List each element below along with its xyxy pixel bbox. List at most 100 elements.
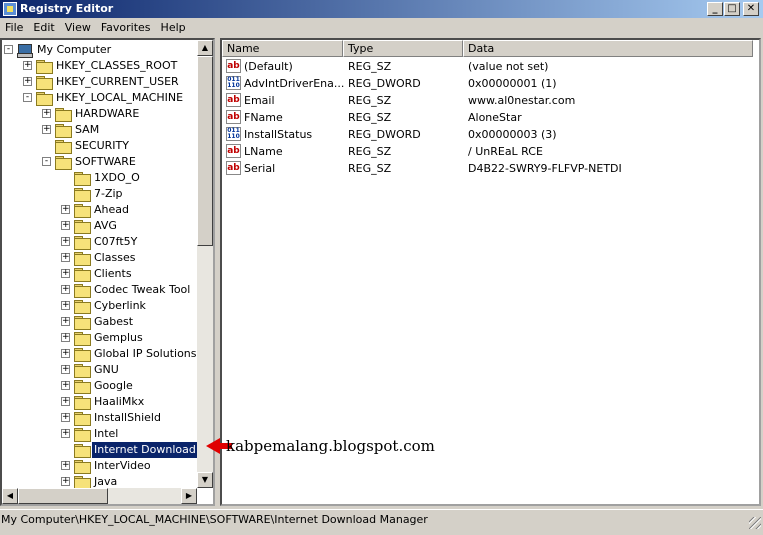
tree-item[interactable]: + AVG bbox=[2, 218, 197, 234]
tree-item[interactable]: + SAM bbox=[2, 122, 197, 138]
column-header-data[interactable]: Data bbox=[463, 40, 753, 57]
expand-icon[interactable]: + bbox=[61, 429, 70, 438]
tree-item[interactable]: + HaaliMkx bbox=[2, 394, 197, 410]
expand-icon[interactable]: + bbox=[61, 221, 70, 230]
tree-item[interactable]: + Intel bbox=[2, 426, 197, 442]
tree-item[interactable]: + Google bbox=[2, 378, 197, 394]
tree-item-label[interactable]: HaaliMkx bbox=[92, 394, 146, 410]
scroll-down-arrow-icon[interactable]: ▼ bbox=[197, 472, 213, 488]
tree-item-label[interactable]: Ahead bbox=[92, 202, 131, 218]
expand-icon[interactable]: + bbox=[23, 61, 32, 70]
resize-grip-icon[interactable] bbox=[749, 517, 761, 529]
tree-item-label[interactable]: Gemplus bbox=[92, 330, 145, 346]
expand-icon[interactable]: + bbox=[61, 381, 70, 390]
tree-item-label[interactable]: HKEY_CURRENT_USER bbox=[54, 74, 181, 90]
expand-icon[interactable]: + bbox=[61, 333, 70, 342]
value-row[interactable]: LName REG_SZ / UnREaL RCE bbox=[226, 143, 756, 160]
tree-hscroll-thumb[interactable] bbox=[18, 488, 108, 504]
menu-edit[interactable]: Edit bbox=[28, 18, 59, 37]
expand-icon[interactable]: + bbox=[42, 125, 51, 134]
tree-item[interactable]: + HARDWARE bbox=[2, 106, 197, 122]
tree-item[interactable]: 7-Zip bbox=[2, 186, 197, 202]
tree-item-label[interactable]: Google bbox=[92, 378, 135, 394]
tree-item-label[interactable]: InterVideo bbox=[92, 458, 153, 474]
tree-item-label[interactable]: SECURITY bbox=[73, 138, 131, 154]
tree-item[interactable]: + C07ft5Y bbox=[2, 234, 197, 250]
tree-item-label[interactable]: Global IP Solutions bbox=[92, 346, 199, 362]
expand-icon[interactable]: + bbox=[61, 317, 70, 326]
tree-item[interactable]: + Classes bbox=[2, 250, 197, 266]
expand-icon[interactable]: + bbox=[61, 269, 70, 278]
menu-help[interactable]: Help bbox=[156, 18, 191, 37]
expand-icon[interactable]: + bbox=[61, 397, 70, 406]
expand-icon[interactable]: + bbox=[61, 413, 70, 422]
expand-icon[interactable]: + bbox=[61, 237, 70, 246]
tree-item[interactable]: SECURITY bbox=[2, 138, 197, 154]
tree-item-label[interactable]: 7-Zip bbox=[92, 186, 125, 202]
close-button[interactable]: ✕ bbox=[743, 2, 759, 16]
scroll-right-arrow-icon[interactable]: ▶ bbox=[181, 488, 197, 504]
maximize-button[interactable]: □ bbox=[724, 2, 740, 16]
collapse-icon[interactable]: - bbox=[23, 93, 32, 102]
menu-view[interactable]: View bbox=[60, 18, 96, 37]
tree-item[interactable]: + InstallShield bbox=[2, 410, 197, 426]
value-row[interactable]: Email REG_SZ www.al0nestar.com bbox=[226, 92, 756, 109]
value-row[interactable]: AdvIntDriverEna...REG_DWORD 0x00000001 (1… bbox=[226, 75, 756, 92]
tree-item[interactable]: - SOFTWARE bbox=[2, 154, 197, 170]
tree-scroll-thumb[interactable] bbox=[197, 56, 213, 246]
tree-item[interactable]: - My Computer bbox=[2, 42, 197, 58]
tree-item[interactable]: + Clients bbox=[2, 266, 197, 282]
tree-item-label[interactable]: SOFTWARE bbox=[73, 154, 138, 170]
value-row[interactable]: InstallStatus REG_DWORD 0x00000003 (3) bbox=[226, 126, 756, 143]
tree-item[interactable]: 1XDO_O bbox=[2, 170, 197, 186]
title-bar[interactable]: Registry Editor bbox=[0, 0, 763, 18]
column-header-type[interactable]: Type bbox=[343, 40, 463, 57]
expand-icon[interactable]: + bbox=[61, 349, 70, 358]
tree-item-label[interactable]: HKEY_LOCAL_MACHINE bbox=[54, 90, 185, 106]
tree-item[interactable]: Internet Download Ma bbox=[2, 441, 213, 459]
tree-item-label[interactable]: Codec Tweak Tool bbox=[92, 282, 192, 298]
tree-item-label[interactable]: Gabest bbox=[92, 314, 135, 330]
tree-item-label[interactable]: AVG bbox=[92, 218, 119, 234]
registry-tree[interactable]: - My Computer + HKEY_CLASSES_ROOT + HKEY_CURR… bbox=[0, 38, 215, 506]
tree-item[interactable]: + InterVideo bbox=[2, 458, 197, 474]
expand-icon[interactable]: + bbox=[61, 477, 70, 486]
tree-item-label[interactable]: C07ft5Y bbox=[92, 234, 139, 250]
tree-item[interactable]: + Ahead bbox=[2, 202, 197, 218]
expand-icon[interactable]: + bbox=[61, 365, 70, 374]
tree-item-label[interactable]: GNU bbox=[92, 362, 121, 378]
tree-item-label[interactable]: HARDWARE bbox=[73, 106, 141, 122]
collapse-icon[interactable]: - bbox=[42, 157, 51, 166]
value-row[interactable]: (Default) REG_SZ (value not set) bbox=[226, 58, 756, 75]
tree-item[interactable]: + Cyberlink bbox=[2, 298, 197, 314]
tree-vertical-scrollbar[interactable]: ▲ ▼ bbox=[197, 40, 213, 488]
expand-icon[interactable]: + bbox=[61, 253, 70, 262]
expand-icon[interactable]: + bbox=[61, 205, 70, 214]
tree-item-label[interactable]: My Computer bbox=[35, 42, 113, 58]
tree-item-label[interactable]: InstallShield bbox=[92, 410, 163, 426]
scroll-left-arrow-icon[interactable]: ◀ bbox=[2, 488, 18, 504]
tree-item[interactable]: + Gemplus bbox=[2, 330, 197, 346]
value-row[interactable]: Serial REG_SZ D4B22-SWRY9-FLFVP-NETDI bbox=[226, 160, 756, 177]
tree-item[interactable]: + HKEY_CLASSES_ROOT bbox=[2, 58, 197, 74]
menu-file[interactable]: File bbox=[0, 18, 28, 37]
tree-item-label[interactable]: Cyberlink bbox=[92, 298, 148, 314]
expand-icon[interactable]: + bbox=[23, 77, 32, 86]
minimize-button[interactable]: _ bbox=[707, 2, 723, 16]
value-row[interactable]: FName REG_SZ AloneStar bbox=[226, 109, 756, 126]
tree-item-label[interactable]: 1XDO_O bbox=[92, 170, 142, 186]
tree-item-label[interactable]: Intel bbox=[92, 426, 120, 442]
tree-horizontal-scrollbar[interactable]: ◀ ▶ bbox=[2, 488, 197, 504]
tree-item[interactable]: - HKEY_LOCAL_MACHINE bbox=[2, 90, 197, 106]
tree-item[interactable]: + Gabest bbox=[2, 314, 197, 330]
tree-item-label[interactable]: Clients bbox=[92, 266, 134, 282]
scroll-up-arrow-icon[interactable]: ▲ bbox=[197, 40, 213, 56]
collapse-icon[interactable]: - bbox=[4, 45, 13, 54]
expand-icon[interactable]: + bbox=[61, 285, 70, 294]
tree-item[interactable]: + HKEY_CURRENT_USER bbox=[2, 74, 197, 90]
tree-item-label[interactable]: Classes bbox=[92, 250, 137, 266]
tree-item[interactable]: + Global IP Solutions bbox=[2, 346, 197, 362]
tree-item[interactable]: + Codec Tweak Tool bbox=[2, 282, 197, 298]
tree-item-label[interactable]: SAM bbox=[73, 122, 101, 138]
expand-icon[interactable]: + bbox=[61, 461, 70, 470]
